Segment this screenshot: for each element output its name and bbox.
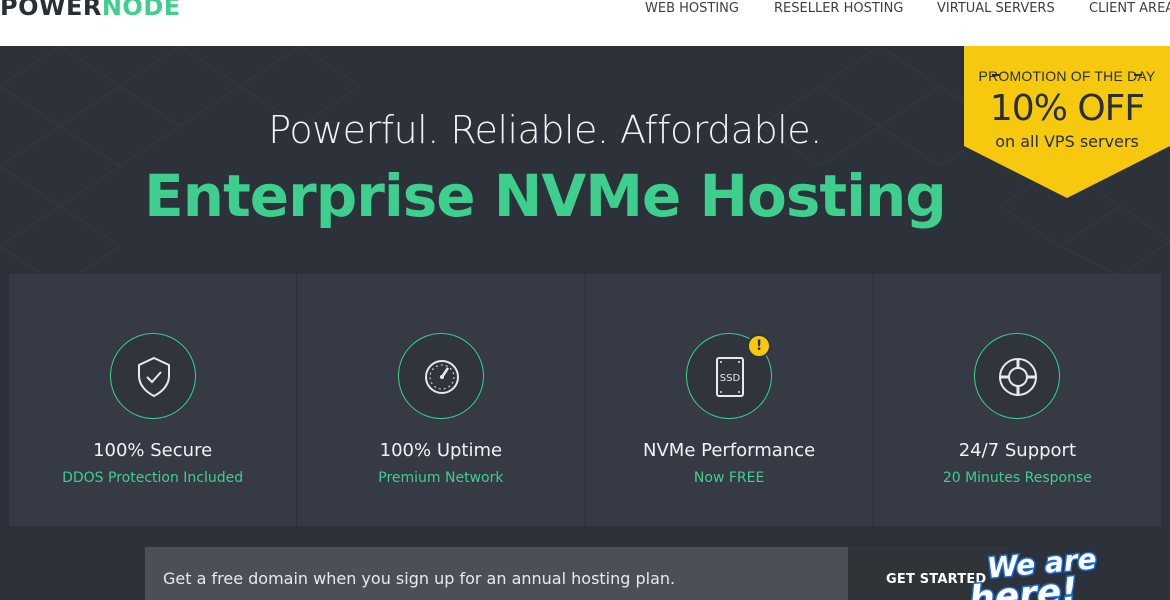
feature-subtitle: DDOS Protection Included: [62, 470, 244, 486]
feature-subtitle: Now FREE: [693, 470, 765, 486]
speedometer-icon: [424, 360, 459, 394]
feature-support: 24/7 Support 20 Minutes Response: [873, 274, 1161, 526]
promo-subtext: on all VPS servers: [995, 132, 1139, 151]
hero-tagline: Powerful. Reliable. Affordable.: [268, 108, 822, 152]
alert-badge-icon: !: [747, 334, 772, 358]
feature-subtitle: Premium Network: [378, 470, 504, 486]
promo-discount: 10% OFF: [989, 88, 1145, 129]
nav-item-virtual-servers[interactable]: VIRTUAL SERVERS: [937, 1, 1055, 16]
nav-item-client-area[interactable]: CLIENT AREA: [1089, 1, 1170, 16]
promo-label: PROMOTION OF THE DAY: [978, 68, 1156, 84]
nav-item-web-hosting[interactable]: WEB HOSTING: [645, 1, 739, 16]
feature-title: 100% Secure: [93, 440, 213, 461]
feature-icon-circle: [974, 333, 1061, 419]
feature-icon-circle: SSD !: [686, 333, 773, 419]
top-header: POWERNODE WEB HOSTING RESELLER HOSTING V…: [0, 0, 1170, 46]
logo-part-power: POWER: [0, 0, 102, 21]
feature-secure: 100% Secure DDOS Protection Included: [9, 274, 298, 526]
promo-banner: Get a free domain when you sign up for a…: [145, 547, 848, 600]
promo-badge[interactable]: PROMOTION OF THE DAY 10% OFF on all VPS …: [964, 46, 1170, 198]
feature-title: 100% Uptime: [379, 440, 503, 461]
hero-headline: Enterprise NVMe Hosting: [144, 162, 947, 230]
shield-check-icon: [137, 356, 170, 398]
banner-text: Get a free domain when you sign up for a…: [163, 569, 676, 588]
live-chat-badge[interactable]: We are here!: [965, 545, 1170, 600]
feature-title: NVMe Performance: [643, 440, 816, 461]
feature-subtitle: 20 Minutes Response: [942, 470, 1092, 486]
feature-uptime: 100% Uptime Premium Network: [297, 274, 586, 526]
feature-nvme: SSD ! NVMe Performance Now FREE: [585, 274, 874, 526]
chat-badge-line2: here!: [966, 569, 1081, 600]
logo-part-node: NODE: [101, 0, 181, 21]
svg-text:SSD: SSD: [720, 373, 741, 384]
feature-icon-circle: [109, 333, 196, 419]
ssd-icon: SSD: [716, 357, 745, 397]
features-row: 100% Secure DDOS Protection Included 100…: [9, 274, 1161, 526]
feature-title: 24/7 Support: [958, 440, 1077, 461]
lifebuoy-icon: [999, 358, 1038, 396]
feature-icon-circle: [397, 333, 484, 419]
brand-logo[interactable]: POWERNODE: [0, 0, 181, 21]
nav-item-reseller-hosting[interactable]: RESELLER HOSTING: [774, 1, 903, 16]
